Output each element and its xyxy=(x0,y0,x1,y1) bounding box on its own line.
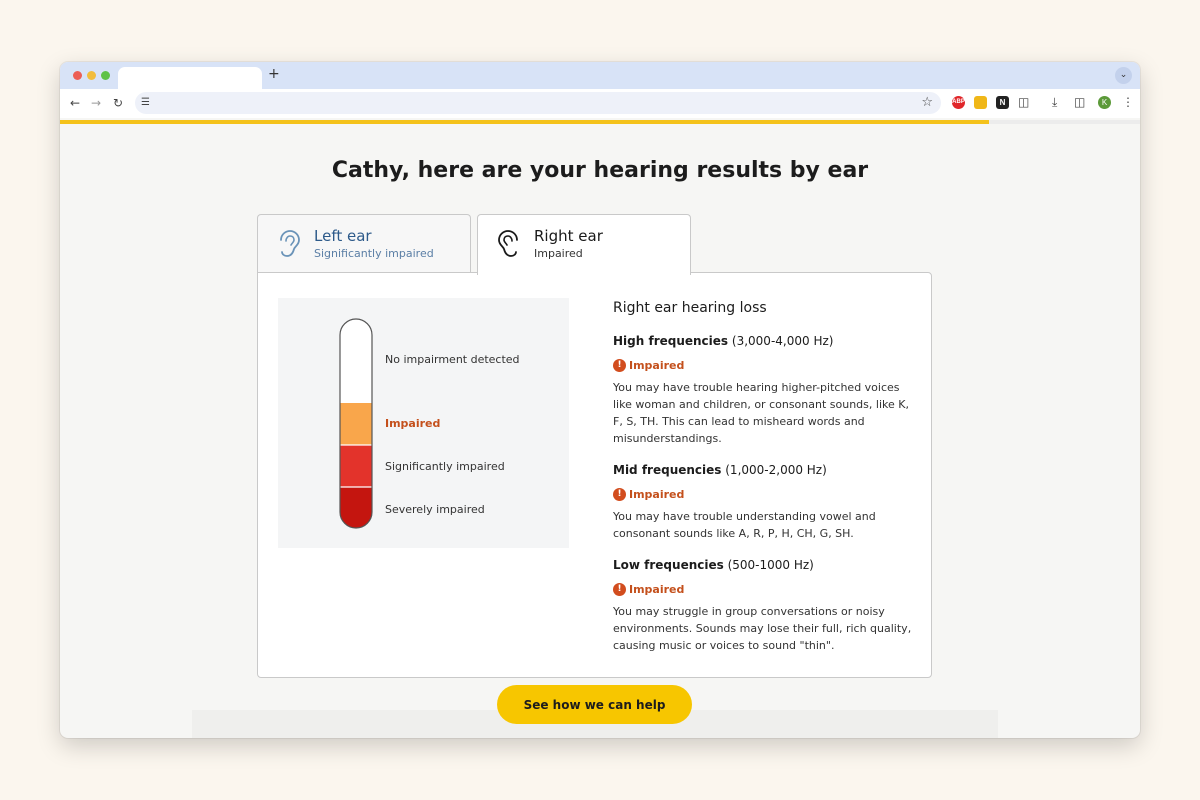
page-title: Cathy, here are your hearing results by … xyxy=(331,158,869,183)
frequency-status: ! Impaired xyxy=(613,486,913,502)
browser-tab-strip: + ⌄ xyxy=(60,62,1140,89)
more-menu-icon[interactable]: ⋮ xyxy=(1122,94,1134,111)
see-how-we-can-help-button[interactable]: See how we can help xyxy=(497,685,692,724)
frequency-description: You may have trouble understanding vowel… xyxy=(613,510,876,540)
reload-icon[interactable]: ↻ xyxy=(113,95,123,112)
quiz-progress-bar xyxy=(60,120,1140,124)
chevron-down-icon[interactable]: ⌄ xyxy=(1115,67,1132,84)
frequency-range: (1,000-2,000 Hz) xyxy=(725,463,827,477)
quiz-progress-fill xyxy=(60,120,989,124)
left-ear-icon xyxy=(280,230,300,257)
frequency-range: (500-1000 Hz) xyxy=(727,558,814,572)
frequency-high: High frequencies (3,000-4,000 Hz) ! Impai… xyxy=(613,334,913,447)
site-info-icon[interactable]: ☰ xyxy=(141,95,150,111)
frequency-range: (3,000-4,000 Hz) xyxy=(731,334,834,348)
scale-label-severely-impaired: Severely impaired xyxy=(385,503,485,516)
frequency-heading: Mid frequencies (1,000-2,000 Hz) xyxy=(613,463,913,477)
minimize-window-button[interactable] xyxy=(87,71,96,80)
alert-icon: ! xyxy=(613,359,626,373)
tab-right-ear[interactable]: Right ear Impaired xyxy=(477,214,691,275)
forward-arrow-icon[interactable]: → xyxy=(91,95,101,112)
frequency-heading: High frequencies (3,000-4,000 Hz) xyxy=(613,334,913,348)
yellow-extension-icon[interactable] xyxy=(974,96,987,109)
tab-right-ear-label: Right ear xyxy=(534,227,603,245)
frequency-mid: Mid frequencies (1,000-2,000 Hz) ! Impair… xyxy=(613,463,913,542)
browser-tab[interactable] xyxy=(118,67,262,89)
profile-avatar[interactable]: K xyxy=(1098,96,1111,109)
scale-segment-impaired xyxy=(340,403,372,445)
details-title: Right ear hearing loss xyxy=(613,300,767,316)
status-badge: Impaired xyxy=(629,359,685,373)
side-panel-icon[interactable]: ◫ xyxy=(1074,94,1085,111)
tab-right-ear-status: Impaired xyxy=(534,247,583,260)
scale-segment-no-impairment xyxy=(340,319,372,403)
frequency-low: Low frequencies (500-1000 Hz) ! Impaired … xyxy=(613,558,913,654)
close-window-button[interactable] xyxy=(73,71,82,80)
frequency-status: ! Impaired xyxy=(613,581,913,597)
browser-toolbar: ← → ↻ ☰ ☆ ABP N ◫ ⤓ ◫ K ⋮ xyxy=(60,89,1140,118)
scale-segment-severely-impaired xyxy=(340,487,372,528)
scale-segment-significantly-impaired xyxy=(340,445,372,487)
scale-label-impaired: Impaired xyxy=(385,417,441,430)
frequency-heading: Low frequencies (500-1000 Hz) xyxy=(613,558,913,572)
bookmark-star-icon[interactable]: ☆ xyxy=(921,94,933,112)
download-icon[interactable]: ⤓ xyxy=(1052,94,1057,111)
frequency-description: You may struggle in group conversations … xyxy=(613,605,912,652)
frequency-label: High frequencies xyxy=(613,334,729,348)
frequency-status: ! Impaired xyxy=(613,357,913,373)
adblock-extension-icon[interactable]: ABP xyxy=(952,96,965,109)
alert-icon: ! xyxy=(613,488,626,502)
address-bar[interactable]: ☰ ☆ xyxy=(135,92,941,114)
scale-label-no-impairment: No impairment detected xyxy=(385,353,520,366)
tab-left-ear[interactable]: Left ear Significantly impaired xyxy=(257,214,471,273)
results-panel: No impairment detected Impaired Signific… xyxy=(257,272,932,678)
notion-extension-icon[interactable]: N xyxy=(996,96,1009,109)
puzzle-extensions-icon[interactable]: ◫ xyxy=(1018,94,1029,111)
frequency-label: Low frequencies xyxy=(613,558,724,572)
tab-left-ear-status: Significantly impaired xyxy=(314,247,434,260)
maximize-window-button[interactable] xyxy=(101,71,110,80)
tab-left-ear-label: Left ear xyxy=(314,227,372,245)
alert-icon: ! xyxy=(613,583,626,597)
status-badge: Impaired xyxy=(629,488,685,502)
hearing-scale: No impairment detected Impaired Signific… xyxy=(278,298,569,548)
browser-window: + ⌄ ← → ↻ ☰ ☆ ABP N ◫ ⤓ ◫ K ⋮ Cathy, her… xyxy=(60,62,1140,738)
status-badge: Impaired xyxy=(629,583,685,597)
scale-label-significantly-impaired: Significantly impaired xyxy=(385,460,505,473)
frequency-description: You may have trouble hearing higher-pitc… xyxy=(613,381,909,445)
back-arrow-icon[interactable]: ← xyxy=(70,95,80,112)
frequency-label: Mid frequencies xyxy=(613,463,722,477)
right-ear-icon xyxy=(498,230,518,257)
new-tab-button[interactable]: + xyxy=(268,66,280,82)
